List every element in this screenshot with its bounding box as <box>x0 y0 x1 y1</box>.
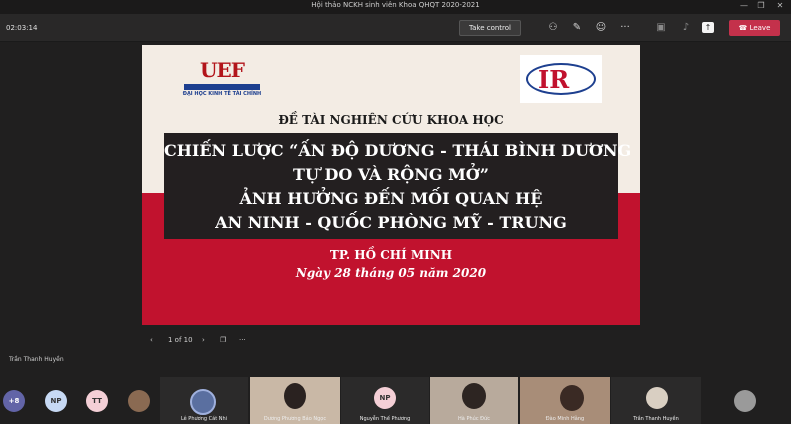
take-control-button[interactable]: Take control <box>459 20 521 36</box>
avatar <box>646 387 668 409</box>
next-slide-icon[interactable]: › <box>202 336 205 344</box>
video-feed <box>284 383 306 409</box>
more-actions-icon[interactable]: ··· <box>618 21 632 35</box>
slide-pager: ‹ 1 of 10 › ❐ ··· <box>142 333 282 349</box>
previous-slide-icon[interactable]: ‹ <box>150 336 153 344</box>
ir-logo: IR <box>520 55 602 103</box>
participants-icon[interactable]: ⚇ <box>546 21 560 35</box>
slide-grid-icon[interactable]: ❐ <box>220 336 226 344</box>
more-participants-badge[interactable]: +8 <box>3 390 25 412</box>
leave-label: Leave <box>749 24 771 32</box>
presentation-slide: UEF ĐẠI HỌC KINH TẾ TÀI CHÍNH IR ĐỀ TÀI … <box>142 45 640 325</box>
video-feed <box>462 383 486 409</box>
microphone-off-icon[interactable]: ♪ <box>679 21 693 35</box>
participant-avatar-photo[interactable] <box>734 390 756 412</box>
chat-icon[interactable]: ✎ <box>570 21 584 35</box>
participant-avatar-initials[interactable]: TT <box>86 390 108 412</box>
slide-title-banner: CHIẾN LƯỢC “ẤN ĐỘ DƯƠNG - THÁI BÌNH DƯƠN… <box>164 133 632 239</box>
presenter-name: Trần Thanh Huyền <box>9 356 64 363</box>
slide-title-line: AN NINH - QUỐC PHÒNG MỸ - TRUNG <box>215 213 567 232</box>
uef-logo: UEF ĐẠI HỌC KINH TẾ TÀI CHÍNH <box>182 58 262 97</box>
window-title: Hội thảo NCKH sinh viên Khoa QHQT 2020-2… <box>311 1 480 9</box>
participant-tile[interactable]: Hà Phúc Đức <box>430 377 518 424</box>
phone-hangup-icon: ☎ <box>738 24 748 32</box>
meeting-control-bar: 02:03:14 Take control ⚇ ✎ ☺ ··· ▣ ♪ ↑ ☎ … <box>0 14 791 42</box>
meeting-timer: 02:03:14 <box>6 24 38 32</box>
close-icon[interactable]: ✕ <box>771 0 789 14</box>
participant-tile[interactable]: Lê Phương Cát Nhi <box>160 377 248 424</box>
participant-tile[interactable]: Đào Minh Hằng <box>520 377 610 424</box>
participant-gallery: +8 NP TT Lê Phương Cát Nhi Dương Phương … <box>0 372 791 424</box>
pager-more-icon[interactable]: ··· <box>239 336 246 344</box>
slide-counter: 1 of 10 <box>168 336 193 344</box>
avatar <box>190 389 216 415</box>
participant-avatar-photo[interactable] <box>128 390 150 412</box>
window-title-bar: Hội thảo NCKH sinh viên Khoa QHQT 2020-2… <box>0 0 791 14</box>
participant-tile[interactable]: Trần Thanh Huyền <box>611 377 701 424</box>
camera-off-icon[interactable]: ▣ <box>654 21 668 35</box>
slide-date: Ngày 28 tháng 05 năm 2020 <box>295 266 487 280</box>
participant-tile[interactable]: NP Nguyễn Thế Phương <box>341 377 429 424</box>
reactions-icon[interactable]: ☺ <box>594 21 608 35</box>
participant-avatar-initials[interactable]: NP <box>45 390 67 412</box>
maximize-icon[interactable]: ❐ <box>752 0 770 14</box>
slide-city: TP. HỒ CHÍ MINH <box>329 248 453 262</box>
shared-content-stage: UEF ĐẠI HỌC KINH TẾ TÀI CHÍNH IR ĐỀ TÀI … <box>0 43 791 370</box>
share-screen-icon[interactable]: ↑ <box>702 22 714 33</box>
participant-tile[interactable]: Dương Phương Bảo Ngọc <box>250 377 340 424</box>
leave-button[interactable]: ☎ Leave <box>729 20 780 36</box>
slide-title-line: CHIẾN LƯỢC “ẤN ĐỘ DƯƠNG - THÁI BÌNH DƯƠN… <box>164 141 632 160</box>
slide-title-line: ẢNH HƯỞNG ĐẾN MỐI QUAN HỆ <box>239 189 543 208</box>
slide-title-line: TỰ DO VÀ RỘNG MỞ” <box>293 165 489 184</box>
avatar: NP <box>374 387 396 409</box>
slide-subtitle: ĐỀ TÀI NGHIÊN CỨU KHOA HỌC <box>278 113 504 127</box>
minimize-icon[interactable]: — <box>735 0 753 14</box>
video-feed <box>560 385 584 411</box>
